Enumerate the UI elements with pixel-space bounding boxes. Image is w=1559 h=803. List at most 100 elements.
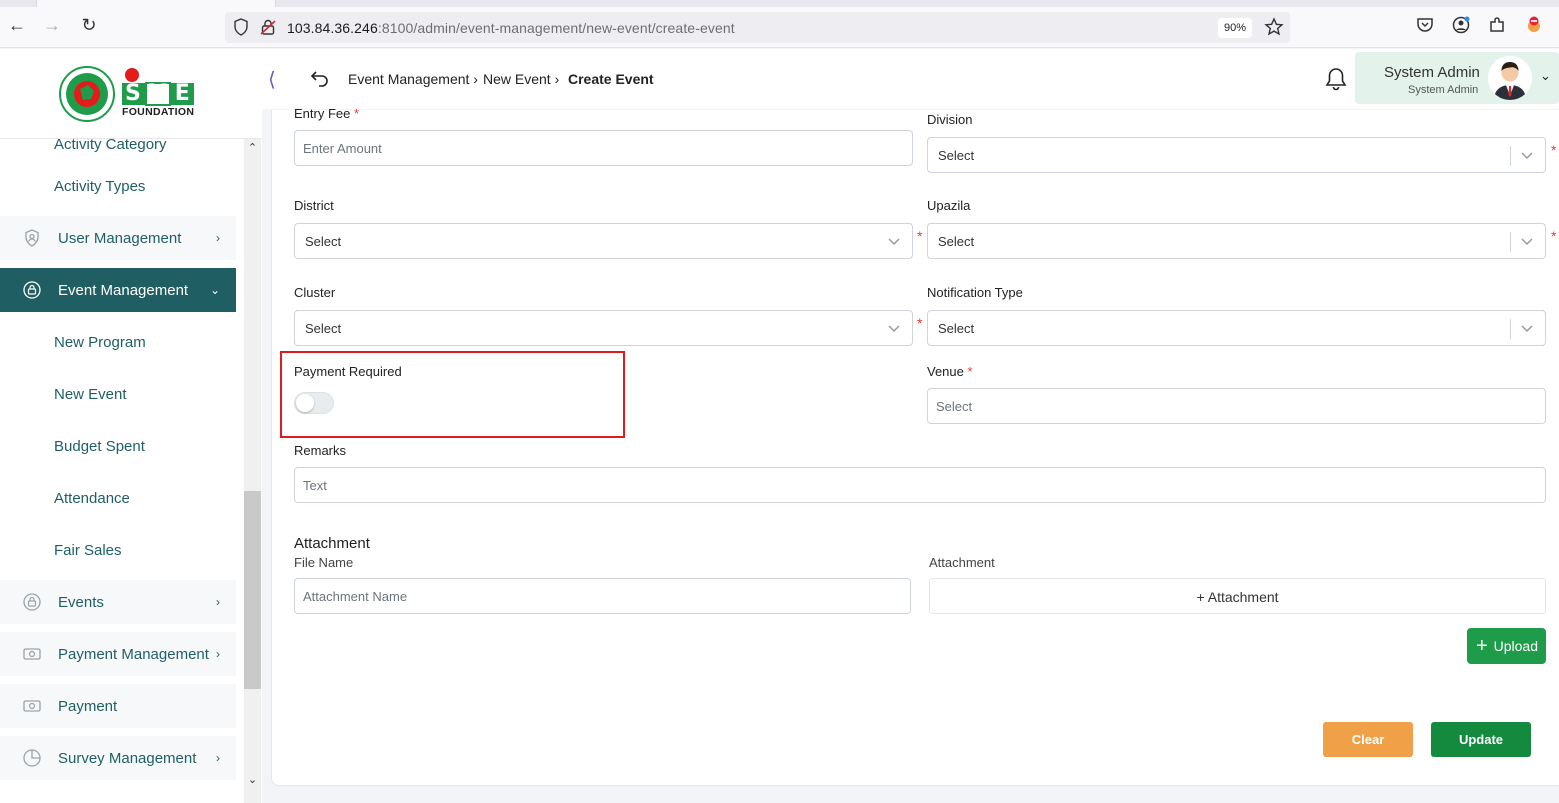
reload-icon[interactable]: ↻ xyxy=(79,15,99,35)
chevron-down-icon[interactable] xyxy=(887,234,901,248)
chevron-down-icon[interactable] xyxy=(1520,321,1534,335)
back-return-icon[interactable] xyxy=(310,68,330,88)
logo-subtitle: FOUNDATION xyxy=(122,106,195,118)
chevron-right-icon: › xyxy=(216,595,220,609)
select-separator xyxy=(1510,232,1511,252)
breadcrumb-event-management[interactable]: Event Management › xyxy=(348,71,478,87)
attachment-name-placeholder: Attachment Name xyxy=(303,589,408,604)
back-arrow-icon[interactable]: ← xyxy=(7,15,27,35)
district-select-value: Select xyxy=(305,234,342,249)
sme-foundation-logo[interactable]: SME FOUNDATION xyxy=(58,65,198,123)
pocket-icon[interactable] xyxy=(1416,16,1434,34)
sidebar-item-new-event[interactable]: New Event xyxy=(0,372,236,416)
entry-fee-label: Entry Fee * xyxy=(294,106,360,121)
blocker-extension-icon[interactable] xyxy=(1525,16,1543,34)
notification-type-label: Notification Type xyxy=(927,285,1023,300)
money-icon xyxy=(23,648,41,660)
sidebar-item-new-program[interactable]: New Program xyxy=(0,320,236,364)
sidebar-item-activity-types[interactable]: Activity Types xyxy=(0,164,236,208)
chevron-down-icon[interactable] xyxy=(1520,234,1534,248)
url-text[interactable]: 103.84.36.246:8100/admin/event-managemen… xyxy=(287,20,735,36)
chevron-down-icon[interactable] xyxy=(1520,148,1534,162)
sidebar-item-user-management[interactable]: User Management › xyxy=(0,216,236,260)
address-bar[interactable]: 103.84.36.246:8100/admin/event-managemen… xyxy=(225,12,1290,43)
chevron-right-icon: › xyxy=(216,647,220,661)
url-path: :8100/admin/event-management/new-event/c… xyxy=(377,20,735,36)
upazila-select-value: Select xyxy=(938,234,975,249)
update-button[interactable]: Update xyxy=(1431,722,1531,757)
sidebar-item-budget-spent[interactable]: Budget Spent xyxy=(0,424,236,468)
account-icon[interactable] xyxy=(1452,16,1470,34)
sidebar-item-fair-sales[interactable]: Fair Sales xyxy=(0,528,236,572)
sidebar-scrollbar[interactable] xyxy=(244,139,261,803)
sidebar-item-payment[interactable]: Payment xyxy=(0,684,236,728)
chevron-right-icon: › xyxy=(216,231,220,245)
sidebar-item-attendance[interactable]: Attendance xyxy=(0,476,236,520)
upazila-select[interactable]: Select xyxy=(927,223,1546,259)
venue-select[interactable]: Select xyxy=(927,388,1546,424)
venue-label: Venue * xyxy=(927,364,973,379)
division-select[interactable]: Select xyxy=(927,137,1546,173)
attachment-section-title: Attachment xyxy=(294,535,370,552)
select-separator xyxy=(1510,319,1511,339)
attachment-name-input[interactable]: Attachment Name xyxy=(294,578,911,614)
sidebar-item-events[interactable]: Events › xyxy=(0,580,236,624)
sidebar-item-survey-management[interactable]: Survey Management › xyxy=(0,736,236,780)
zoom-level[interactable]: 90% xyxy=(1218,18,1252,38)
sidebar-item-label: New Event xyxy=(54,385,127,403)
logo-brand-text: SME xyxy=(125,81,196,106)
chevron-right-icon: › xyxy=(216,751,220,765)
cluster-select[interactable]: Select xyxy=(294,310,913,346)
insecure-lock-icon[interactable] xyxy=(260,18,276,36)
notification-type-select-value: Select xyxy=(938,321,975,336)
breadcrumb-separator-icon: › xyxy=(473,71,478,87)
extensions-icon[interactable] xyxy=(1488,16,1506,34)
sidebar-item-event-management[interactable]: Event Management ⌄ xyxy=(0,268,236,312)
sidebar-item-activity-category[interactable]: Activity Category xyxy=(0,139,236,166)
notification-bell-icon[interactable] xyxy=(1325,67,1347,91)
collapse-sidebar-icon[interactable]: ⟨ xyxy=(268,67,276,92)
sidebar-item-label: User Management xyxy=(58,229,182,247)
select-separator xyxy=(1510,146,1511,166)
shield-icon[interactable] xyxy=(233,18,249,36)
upazila-required-mark: * xyxy=(1551,228,1557,244)
forward-arrow-icon[interactable]: → xyxy=(42,15,62,35)
venue-select-value: Select xyxy=(936,399,973,414)
user-name: System Admin xyxy=(1384,64,1480,81)
sidebar-scrollbar-thumb[interactable] xyxy=(244,491,261,689)
sidebar-item-label: Budget Spent xyxy=(54,437,145,455)
payment-required-toggle[interactable] xyxy=(294,392,334,414)
chevron-down-icon: ⌄ xyxy=(209,283,220,297)
clear-button[interactable]: Clear xyxy=(1323,722,1413,757)
remarks-placeholder: Text xyxy=(303,478,327,493)
bookmark-star-icon[interactable] xyxy=(1264,17,1284,37)
district-select[interactable]: Select xyxy=(294,223,913,259)
scroll-down-icon[interactable]: ⌄ xyxy=(244,771,261,789)
cluster-required-mark: * xyxy=(917,315,923,331)
sidebar-item-label: Payment xyxy=(58,697,118,715)
chevron-down-icon[interactable] xyxy=(887,321,901,335)
sidebar: SME FOUNDATION Activity Category Activit… xyxy=(0,49,262,803)
lock-circle-icon xyxy=(23,593,41,611)
sidebar-item-label: Payment Management xyxy=(58,645,209,663)
chevron-down-icon[interactable]: ⌄ xyxy=(1540,68,1551,84)
pie-chart-icon xyxy=(23,749,41,767)
division-required-mark: * xyxy=(1551,142,1557,158)
breadcrumb-new-event[interactable]: New Event › xyxy=(483,71,559,87)
upazila-label: Upazila xyxy=(927,198,971,213)
sidebar-item-label: Event Management xyxy=(58,281,189,299)
upload-button-label: Upload xyxy=(1493,638,1538,654)
sidebar-item-payment-management[interactable]: Payment Management › xyxy=(0,632,236,676)
upload-button[interactable]: + Upload xyxy=(1467,628,1546,664)
scroll-up-icon[interactable]: ⌃ xyxy=(244,139,261,157)
notification-type-select[interactable]: Select xyxy=(927,310,1546,346)
user-menu[interactable]: System Admin System Admin ⌄ xyxy=(1355,52,1559,104)
breadcrumb-create-event: Create Event xyxy=(568,71,654,87)
remarks-input[interactable]: Text xyxy=(294,467,1546,503)
add-attachment-button[interactable]: + Attachment xyxy=(929,578,1546,614)
sidebar-item-label: Survey Management xyxy=(58,749,197,767)
active-tab[interactable] xyxy=(36,0,276,7)
url-host: 103.84.36.246 xyxy=(287,20,378,36)
payment-required-label: Payment Required xyxy=(294,364,402,379)
entry-fee-input[interactable]: Enter Amount xyxy=(294,130,913,166)
